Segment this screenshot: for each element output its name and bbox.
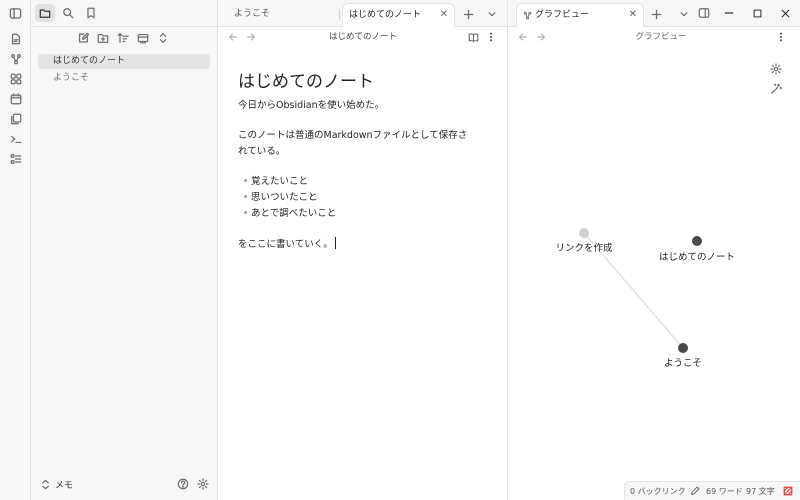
new-note-icon[interactable] bbox=[7, 30, 24, 47]
graph-node-welcome[interactable] bbox=[678, 343, 688, 353]
new-note-icon[interactable] bbox=[75, 30, 91, 46]
word-count: 69 ワード bbox=[706, 487, 743, 496]
list-item[interactable]: あとで調べたいこと bbox=[251, 205, 336, 219]
file-item[interactable]: ようこそ bbox=[38, 71, 210, 86]
command-palette-icon[interactable] bbox=[7, 130, 24, 147]
graph-icon[interactable] bbox=[7, 50, 24, 67]
ribbon bbox=[0, 0, 31, 500]
list-item[interactable]: 覚えたいこと bbox=[251, 173, 308, 187]
close-tab-icon[interactable]: ✕ bbox=[629, 4, 637, 26]
graph-tab-bar: グラフビュー ✕ bbox=[508, 0, 800, 27]
paragraph-line[interactable]: れている。 bbox=[238, 143, 285, 157]
new-tab-icon[interactable] bbox=[460, 6, 476, 22]
tab-label: グラフビュー bbox=[535, 10, 590, 20]
graph-node-label: リンクを作成 bbox=[555, 243, 613, 254]
tab-first-note[interactable]: はじめてのノート ✕ bbox=[342, 3, 455, 27]
status-bar: 0 バックリンク 69 ワード 97 文字 bbox=[624, 481, 800, 500]
tab-graph-view[interactable]: グラフビュー ✕ bbox=[516, 3, 644, 27]
calendar-icon[interactable] bbox=[7, 90, 24, 107]
tab-separator bbox=[339, 9, 340, 20]
paragraph-line[interactable]: をここに書いていく。 bbox=[238, 236, 336, 250]
editor-pane[interactable]: はじめてのノート はじめてのノート 今日からObsidianを使い始めた。 この… bbox=[218, 27, 508, 500]
sidebar-toggle-icon[interactable] bbox=[7, 5, 24, 22]
graph-node-first-note[interactable] bbox=[692, 236, 702, 246]
file-item[interactable]: はじめてのノート bbox=[38, 54, 210, 69]
graph-node-label: はじめてのノート bbox=[658, 252, 736, 263]
graph-canvas[interactable] bbox=[508, 27, 800, 500]
file-explorer-sidebar: はじめてのノート ようこそ メモ bbox=[31, 0, 218, 500]
paragraph-text: をここに書いていく。 bbox=[238, 239, 333, 250]
bullet-marker bbox=[244, 211, 247, 214]
sidebar-header bbox=[31, 0, 218, 27]
right-sidebar-toggle-icon[interactable] bbox=[696, 5, 712, 21]
help-icon[interactable] bbox=[175, 476, 191, 492]
settings-icon[interactable] bbox=[195, 476, 211, 492]
graph-node-label: ようこそ bbox=[663, 358, 703, 369]
close-tab-icon[interactable]: ✕ bbox=[440, 4, 448, 26]
templates-icon[interactable] bbox=[7, 110, 24, 127]
vault-name[interactable]: メモ bbox=[55, 478, 73, 491]
paragraph-line[interactable]: 今日からObsidianを使い始めた。 bbox=[238, 97, 384, 111]
graph-icon bbox=[522, 9, 532, 21]
graph-node-create-link[interactable] bbox=[579, 228, 589, 238]
expand-icon[interactable] bbox=[155, 30, 171, 46]
view-header-title[interactable]: はじめてのノート bbox=[268, 27, 458, 47]
graph-view-pane[interactable]: グラフビュー リンクを作成 はじめてのノート ようこそ bbox=[508, 27, 800, 500]
canvas-icon[interactable] bbox=[7, 70, 24, 87]
new-tab-icon[interactable] bbox=[648, 6, 664, 22]
files-icon[interactable] bbox=[35, 4, 55, 22]
tab-label: はじめてのノート bbox=[349, 10, 422, 20]
bullet-marker bbox=[244, 195, 247, 198]
bases-icon[interactable] bbox=[7, 150, 24, 167]
bookmark-icon[interactable] bbox=[82, 4, 100, 22]
edit-mode-icon[interactable] bbox=[689, 485, 701, 497]
back-arrow-icon[interactable] bbox=[226, 30, 240, 44]
sort-icon[interactable] bbox=[115, 30, 131, 46]
close-window-icon[interactable] bbox=[776, 5, 794, 21]
text-cursor bbox=[334, 237, 336, 249]
reading-view-icon[interactable] bbox=[466, 30, 480, 44]
forward-arrow-icon[interactable] bbox=[244, 30, 258, 44]
tab-welcome[interactable]: ようこそ bbox=[218, 3, 338, 27]
maximize-icon[interactable] bbox=[748, 5, 766, 21]
search-icon[interactable] bbox=[59, 4, 77, 22]
new-folder-icon[interactable] bbox=[95, 30, 111, 46]
paragraph-line[interactable]: このノートは普通のMarkdownファイルとして保存さ bbox=[238, 127, 467, 141]
list-item[interactable]: 思いついたこと bbox=[251, 189, 318, 203]
minimize-icon[interactable] bbox=[720, 5, 738, 21]
tab-label: ようこそ bbox=[234, 9, 271, 19]
backlinks-count[interactable]: 0 バックリンク bbox=[630, 486, 686, 497]
char-count: 97 文字 bbox=[746, 487, 775, 496]
more-options-icon[interactable] bbox=[484, 30, 498, 44]
collapse-icon[interactable] bbox=[135, 30, 151, 46]
vault-switcher-icon[interactable] bbox=[39, 477, 51, 491]
editor-tab-bar: ようこそ はじめてのノート ✕ bbox=[218, 0, 508, 27]
bullet-marker bbox=[244, 179, 247, 182]
tab-list-chevron-icon[interactable] bbox=[676, 6, 692, 22]
tab-list-chevron-icon[interactable] bbox=[484, 6, 500, 22]
sync-status-icon[interactable] bbox=[782, 485, 794, 497]
note-title[interactable]: はじめてのノート bbox=[238, 67, 374, 92]
